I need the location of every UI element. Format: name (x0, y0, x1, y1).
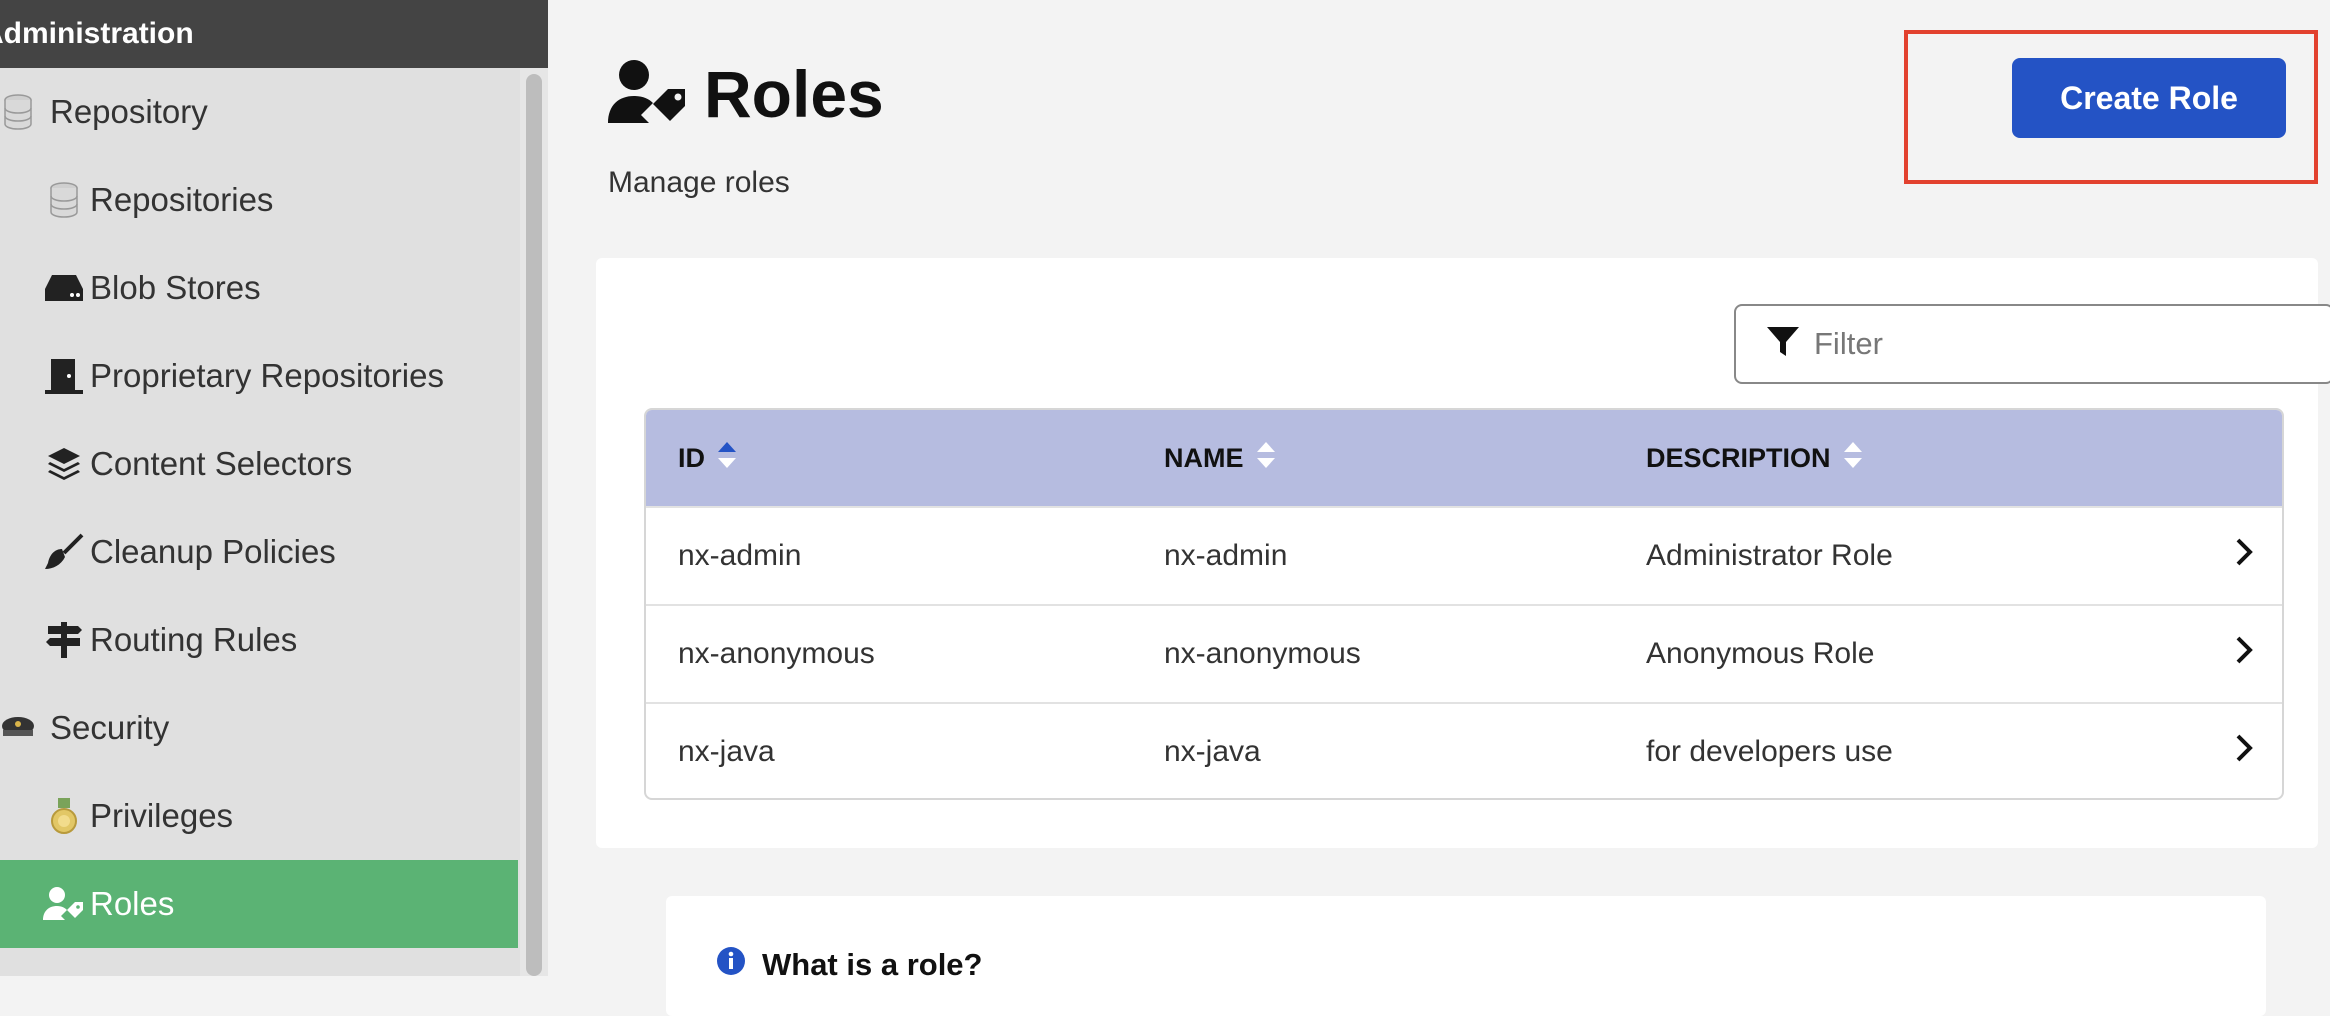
cell-description: Anonymous Role (1646, 637, 1875, 670)
sidebar: Administration Repository Repositories B… (0, 0, 548, 976)
sidebar-item-repository[interactable]: Repository (0, 68, 518, 156)
database-icon (0, 90, 36, 134)
page-header: Roles (608, 56, 884, 132)
chevron-right-icon[interactable] (2234, 537, 2254, 575)
sidebar-item-label: Routing Rules (90, 621, 298, 658)
column-header-id[interactable]: ID (678, 440, 737, 477)
table-row[interactable]: nx-java nx-java for developers use (646, 702, 2282, 798)
cell-name: nx-admin (1164, 539, 1288, 572)
sidebar-item-label: Security (50, 709, 170, 746)
sidebar-nav: Repository Repositories Blob Stores Prop… (0, 68, 518, 948)
chevron-right-icon[interactable] (2234, 635, 2254, 673)
hard-drive-icon (38, 266, 90, 310)
create-role-button[interactable]: Create Role (2012, 58, 2286, 138)
column-header-name[interactable]: NAME (1164, 440, 1276, 477)
filter-field[interactable] (1734, 304, 2330, 384)
info-card: What is a role? (666, 896, 2266, 1016)
sidebar-scrollbar-thumb[interactable] (526, 74, 542, 976)
sidebar-item-blob-stores[interactable]: Blob Stores (0, 244, 518, 332)
sidebar-item-label: Proprietary Repositories (90, 357, 444, 394)
cell-id: nx-admin (678, 539, 802, 572)
police-cap-icon (0, 706, 36, 750)
cell-name: nx-java (1164, 735, 1261, 768)
roles-table: ID NAME DESCRIPTION nx-admin nx-admin Ad… (644, 408, 2284, 800)
filter-icon (1766, 325, 1800, 364)
sort-ascending-icon (717, 440, 737, 477)
table-header: ID NAME DESCRIPTION (646, 410, 2282, 506)
sort-icon (1256, 440, 1276, 477)
info-title: What is a role? (716, 946, 982, 984)
sidebar-item-label: Blob Stores (90, 269, 261, 306)
table-row[interactable]: nx-anonymous nx-anonymous Anonymous Role (646, 604, 2282, 702)
roles-card: ID NAME DESCRIPTION (596, 258, 2330, 848)
layers-icon (38, 442, 90, 486)
info-icon (716, 946, 762, 984)
sidebar-item-cleanup-policies[interactable]: Cleanup Policies (0, 508, 518, 596)
user-tag-icon (38, 882, 90, 926)
sort-icon (1843, 440, 1863, 477)
filter-input[interactable] (1814, 326, 2314, 362)
column-header-label: NAME (1164, 442, 1244, 473)
sidebar-item-label: Roles (90, 885, 175, 922)
broom-icon (38, 530, 90, 574)
column-header-label: ID (678, 442, 705, 473)
sidebar-item-privileges[interactable]: Privileges (0, 772, 518, 860)
main-content: Roles Manage roles Create Role ID NAME (548, 0, 2330, 1016)
database-icon (38, 178, 90, 222)
sidebar-item-label: Content Selectors (90, 445, 353, 482)
sidebar-item-label: Repository (50, 93, 208, 130)
sidebar-item-roles[interactable]: Roles (0, 860, 518, 948)
sidebar-item-proprietary-repositories[interactable]: Proprietary Repositories (0, 332, 518, 420)
table-row[interactable]: nx-admin nx-admin Administrator Role (646, 506, 2282, 604)
user-tag-icon (608, 59, 688, 130)
sidebar-item-label: Cleanup Policies (90, 533, 336, 570)
page-subtitle: Manage roles (608, 166, 790, 199)
medal-icon (38, 794, 90, 838)
cell-description: Administrator Role (1646, 539, 1893, 572)
cell-description: for developers use (1646, 735, 1893, 768)
chevron-right-icon[interactable] (2234, 733, 2254, 771)
sidebar-header-title: Administration (0, 17, 194, 50)
column-header-label: DESCRIPTION (1646, 442, 1831, 473)
cell-name: nx-anonymous (1164, 637, 1361, 670)
page-title: Roles (704, 57, 884, 131)
sidebar-item-repositories[interactable]: Repositories (0, 156, 518, 244)
sidebar-item-label: Repositories (90, 181, 274, 218)
sidebar-header: Administration (0, 0, 548, 68)
door-icon (38, 354, 90, 398)
cell-id: nx-java (678, 735, 775, 768)
sidebar-item-content-selectors[interactable]: Content Selectors (0, 420, 518, 508)
signpost-icon (38, 618, 90, 662)
sidebar-item-label: Privileges (90, 797, 234, 834)
info-title-text: What is a role? (762, 947, 983, 982)
cell-id: nx-anonymous (678, 637, 875, 670)
sidebar-item-security[interactable]: Security (0, 684, 518, 772)
sidebar-item-routing-rules[interactable]: Routing Rules (0, 596, 518, 684)
column-header-description[interactable]: DESCRIPTION (1646, 440, 1863, 477)
